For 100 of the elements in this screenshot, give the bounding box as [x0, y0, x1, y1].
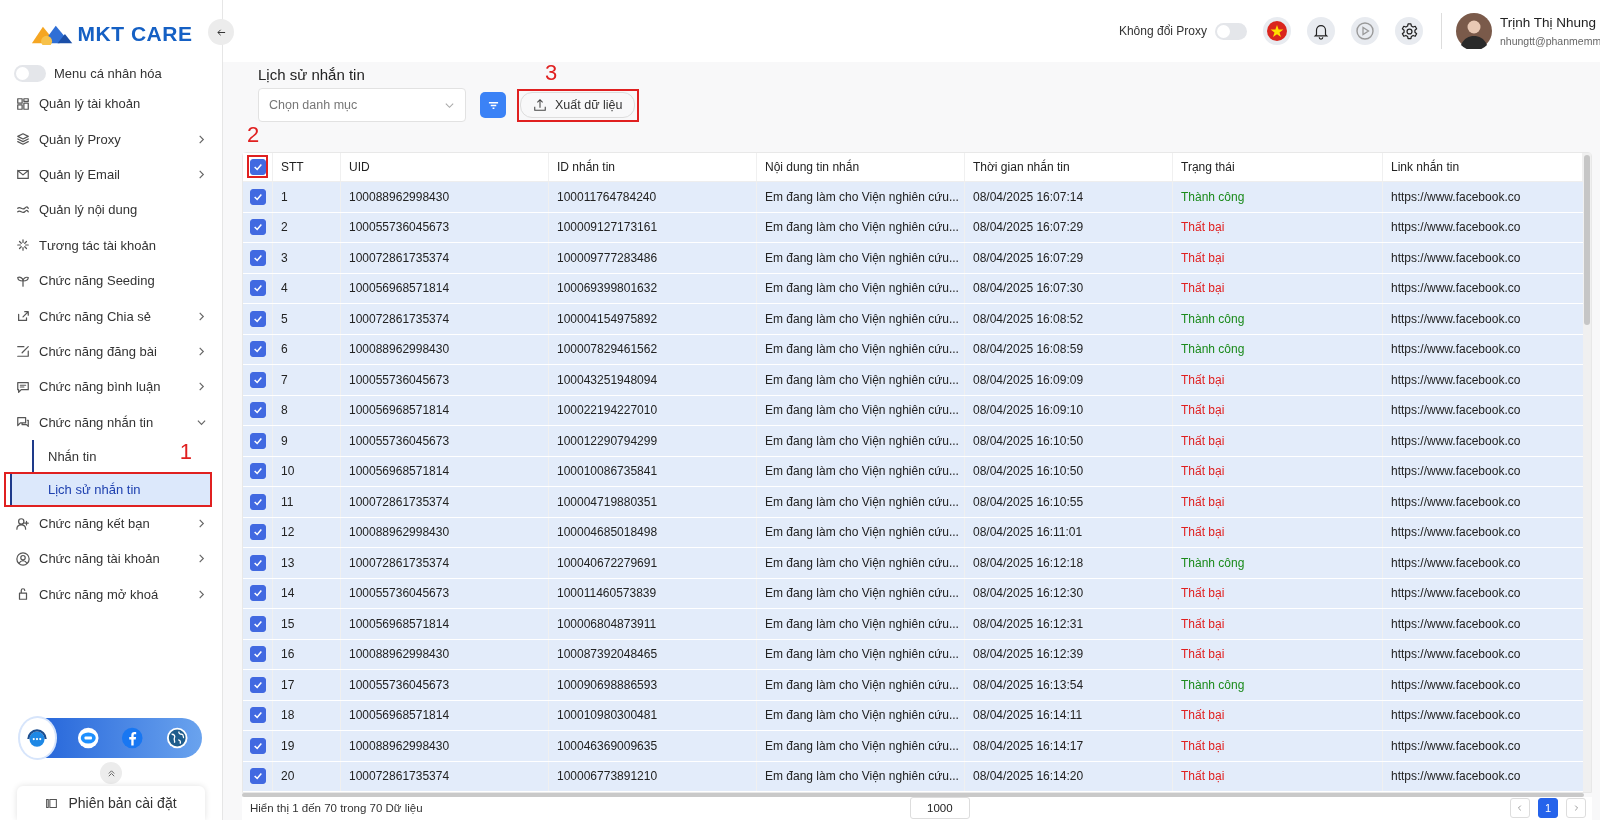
row-checkbox[interactable]	[249, 554, 266, 571]
check-icon	[252, 344, 263, 355]
play-icon	[1355, 21, 1375, 41]
annotation-number: 3	[545, 62, 558, 84]
table-cell-text: https://www.facebook.co	[1390, 707, 1522, 725]
table-cell: 100011460573839	[549, 578, 757, 608]
table-cell: 100056968571814	[341, 609, 549, 639]
support-button[interactable]	[20, 718, 55, 758]
status-text: Thất bại	[1173, 700, 1383, 730]
row-checkbox[interactable]	[249, 280, 266, 297]
sidebar-item[interactable]: Chức năng đăng bài	[0, 333, 222, 370]
chevron-icon	[197, 311, 206, 321]
facebook-icon[interactable]	[121, 725, 144, 751]
column-header[interactable]: STT	[273, 153, 341, 181]
filter-button[interactable]	[480, 92, 506, 118]
table-cell: Em đang làm cho Viện nghiên cứu...	[757, 639, 965, 669]
row-checkbox[interactable]	[249, 524, 266, 541]
globe-icon[interactable]	[165, 725, 188, 751]
select-all-checkbox[interactable]	[249, 159, 266, 175]
column-header[interactable]: Nội dung tin nhắn	[757, 153, 965, 181]
settings-button[interactable]	[1395, 17, 1423, 45]
column-header[interactable]: ID nhắn tin	[549, 153, 757, 181]
language-button[interactable]	[1263, 17, 1291, 45]
row-checkbox[interactable]	[249, 707, 266, 724]
scrollbar[interactable]	[242, 793, 1584, 797]
table-cell: 08/04/2025 16:12:39	[965, 639, 1173, 669]
table-cell: Em đang làm cho Viện nghiên cứu...	[757, 182, 965, 212]
column-header[interactable]: Thời gian nhắn tin	[965, 153, 1173, 181]
row-checkbox[interactable]	[249, 188, 266, 205]
sidebar-item[interactable]: Chức năng tài khoản	[0, 541, 222, 577]
table-cell: 100011764784240	[549, 182, 757, 212]
export-button[interactable]: Xuất dữ liệu	[520, 92, 636, 118]
row-checkbox[interactable]	[249, 615, 266, 632]
table-cell: 19	[273, 731, 341, 761]
check-icon	[252, 496, 263, 507]
table-cell: 10	[273, 456, 341, 486]
table-cell-text: https://www.facebook.co	[1390, 310, 1522, 328]
chevron-left-icon	[1516, 804, 1524, 813]
sidebar-item[interactable]: Quản lý tài khoản	[0, 86, 222, 122]
category-select[interactable]: Chọn danh mục	[258, 88, 466, 122]
sidebar-item[interactable]: Chức năng kết bạn	[0, 505, 222, 542]
page-button[interactable]: 1	[1538, 798, 1558, 819]
check-icon	[252, 710, 263, 721]
share-icon	[16, 309, 30, 324]
row-checkbox[interactable]	[249, 493, 266, 510]
status-text: Thất bại	[1173, 761, 1383, 791]
table-cell: 08/04/2025 16:12:30	[965, 578, 1173, 608]
table-cell-text: https://www.facebook.co	[1390, 493, 1522, 511]
sidebar-item[interactable]: Quản lý Email	[0, 156, 222, 193]
sidebar-item[interactable]: Quản lý Proxy	[0, 121, 222, 157]
row-checkbox[interactable]	[249, 249, 266, 266]
status-text: Thất bại	[1173, 609, 1383, 639]
chat-bubble-icon[interactable]	[76, 725, 100, 751]
table-cell: Em đang làm cho Viện nghiên cứu...	[757, 609, 965, 639]
row-checkbox[interactable]	[249, 676, 266, 693]
version-button[interactable]: Phiên bản cài đặt	[17, 786, 205, 820]
sidebar-item[interactable]: Chức năng Chia sẻ	[0, 298, 222, 334]
toggle-switch[interactable]	[1215, 22, 1247, 40]
row-checkbox[interactable]	[249, 219, 266, 236]
row-checkbox[interactable]	[249, 463, 266, 480]
chevron-right-icon	[1572, 804, 1580, 813]
row-checkbox[interactable]	[249, 341, 266, 358]
column-header[interactable]: Trạng thái	[1173, 153, 1383, 181]
table-cell: 100087392048465	[549, 639, 757, 669]
table-cell: 08/04/2025 16:08:52	[965, 304, 1173, 334]
row-checkbox[interactable]	[249, 402, 266, 419]
table-cell-text: https://www.facebook.co	[1390, 768, 1522, 786]
notification-button[interactable]	[1307, 17, 1335, 45]
sidebar-item[interactable]: Quản lý nội dung	[0, 192, 222, 228]
sidebar-item[interactable]: Tương tác tài khoản	[0, 227, 222, 263]
row-checkbox[interactable]	[249, 737, 266, 754]
table-cell: 18	[273, 700, 341, 730]
table-cell: 100088962998430	[341, 334, 549, 364]
sidebar-item[interactable]: Chức năng mở khoá	[0, 576, 222, 613]
table-cell: 08/04/2025 16:13:54	[965, 670, 1173, 700]
sidebar-item[interactable]: Chức năng nhắn tin	[0, 404, 222, 440]
column-header[interactable]: UID	[341, 153, 549, 181]
play-button[interactable]	[1351, 17, 1379, 45]
row-checkbox[interactable]	[249, 432, 266, 449]
filter-icon	[487, 99, 499, 111]
table-cell: Em đang làm cho Viện nghiên cứu...	[757, 670, 965, 700]
toggle-label: Không đổi Proxy	[1118, 24, 1207, 38]
row-checkbox[interactable]	[249, 371, 266, 388]
row-checkbox[interactable]	[249, 310, 266, 327]
row-checkbox[interactable]	[249, 585, 266, 602]
page-size-field[interactable]: 1000	[910, 797, 970, 820]
check-icon	[252, 649, 263, 660]
table-cell: 100004154975892	[549, 304, 757, 334]
toggle-switch[interactable]	[14, 64, 46, 82]
sidebar-item[interactable]: Chức năng Seeding	[0, 262, 222, 299]
sidebar-item[interactable]: Chức năng bình luận	[0, 369, 222, 405]
row-checkbox[interactable]	[249, 768, 266, 785]
table-cell: Em đang làm cho Viện nghiên cứu...	[757, 761, 965, 791]
row-checkbox[interactable]	[249, 646, 266, 663]
scrollbar[interactable]	[1583, 153, 1591, 792]
table-cell-text: https://www.facebook.co	[1390, 463, 1522, 481]
table-cell-text: https://www.facebook.co	[1390, 676, 1522, 694]
user-icon	[16, 552, 30, 566]
user-plus-icon	[16, 516, 30, 531]
sidebar-subitem[interactable]: Lịch sử nhắn tin	[10, 472, 210, 506]
